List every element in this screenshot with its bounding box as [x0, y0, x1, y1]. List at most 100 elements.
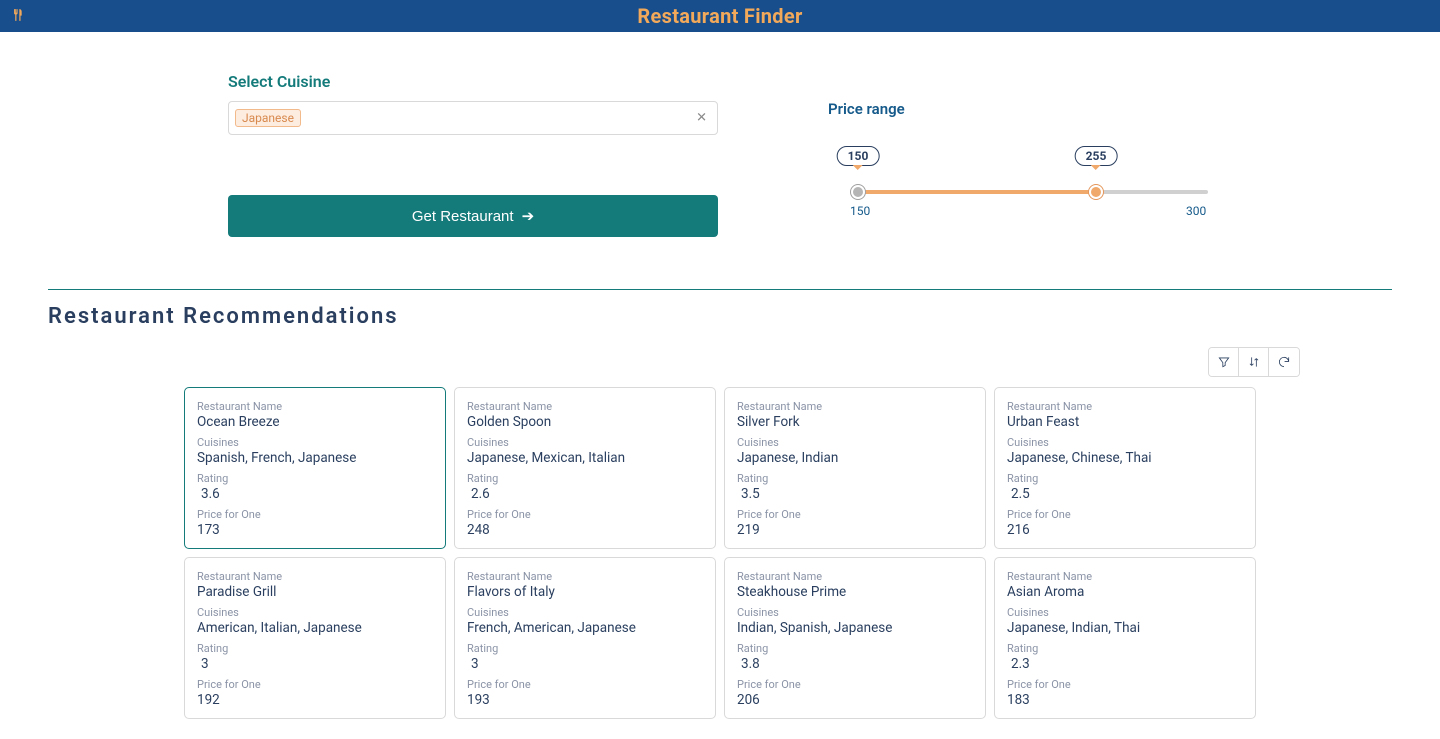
- field-label-name: Restaurant Name: [1007, 570, 1243, 583]
- arrow-right-icon: ➔: [522, 207, 535, 225]
- field-label-cuisines: Cuisines: [197, 606, 433, 619]
- restaurant-price: 216: [1007, 522, 1243, 538]
- restaurant-price: 248: [467, 522, 703, 538]
- field-label-name: Restaurant Name: [737, 400, 973, 413]
- list-toolbar: [1208, 347, 1300, 377]
- slider-handle-low[interactable]: [851, 185, 865, 199]
- field-label-rating: Rating: [1007, 642, 1243, 655]
- field-label-rating: Rating: [1007, 472, 1243, 485]
- price-range-label: Price range: [828, 100, 1208, 118]
- sort-button[interactable]: [1239, 348, 1269, 376]
- field-label-name: Restaurant Name: [467, 400, 703, 413]
- restaurant-card[interactable]: Restaurant NameFlavors of Italy CuisinesF…: [454, 557, 716, 719]
- restaurant-card[interactable]: Restaurant NameOcean Breeze CuisinesSpani…: [184, 387, 446, 549]
- field-label-name: Restaurant Name: [737, 570, 973, 583]
- utensils-icon: [10, 8, 24, 26]
- restaurant-cuisines: French, American, Japanese: [467, 620, 703, 636]
- refresh-button[interactable]: [1269, 348, 1299, 376]
- restaurant-rating: 2.6: [467, 486, 703, 502]
- restaurant-rating: 3.5: [737, 486, 973, 502]
- field-label-rating: Rating: [737, 472, 973, 485]
- restaurant-cuisines: Japanese, Indian: [737, 450, 973, 466]
- restaurant-price: 183: [1007, 692, 1243, 708]
- field-label-price: Price for One: [1007, 678, 1243, 691]
- restaurant-card[interactable]: Restaurant NameSilver Fork CuisinesJapane…: [724, 387, 986, 549]
- restaurant-card[interactable]: Restaurant NameAsian Aroma CuisinesJapane…: [994, 557, 1256, 719]
- sort-icon: [1247, 355, 1261, 369]
- slider-low-tooltip: 150: [837, 146, 880, 166]
- restaurant-name: Golden Spoon: [467, 414, 703, 430]
- restaurant-rating: 3.6: [197, 486, 433, 502]
- restaurant-cuisines: American, Italian, Japanese: [197, 620, 433, 636]
- field-label-name: Restaurant Name: [1007, 400, 1243, 413]
- slider-high-tooltip: 255: [1075, 146, 1118, 166]
- field-label-name: Restaurant Name: [197, 400, 433, 413]
- restaurant-rating: 3: [467, 656, 703, 672]
- slider-fill: [858, 190, 1096, 194]
- field-label-rating: Rating: [467, 642, 703, 655]
- clear-icon[interactable]: ✕: [696, 111, 707, 126]
- restaurant-cuisines: Japanese, Indian, Thai: [1007, 620, 1243, 636]
- restaurant-price: 193: [467, 692, 703, 708]
- restaurant-name: Asian Aroma: [1007, 584, 1243, 600]
- restaurant-name: Paradise Grill: [197, 584, 433, 600]
- field-label-price: Price for One: [467, 508, 703, 521]
- field-label-cuisines: Cuisines: [1007, 606, 1243, 619]
- restaurant-cuisines: Spanish, French, Japanese: [197, 450, 433, 466]
- restaurant-name: Ocean Breeze: [197, 414, 433, 430]
- section-divider: [48, 289, 1392, 290]
- get-restaurant-button[interactable]: Get Restaurant ➔: [228, 195, 718, 237]
- restaurant-card[interactable]: Restaurant NameParadise Grill CuisinesAme…: [184, 557, 446, 719]
- restaurant-price: 173: [197, 522, 433, 538]
- restaurant-name: Flavors of Italy: [467, 584, 703, 600]
- field-label-cuisines: Cuisines: [1007, 436, 1243, 449]
- filter-button[interactable]: [1209, 348, 1239, 376]
- field-label-price: Price for One: [197, 508, 433, 521]
- restaurant-cuisines: Indian, Spanish, Japanese: [737, 620, 973, 636]
- restaurant-name: Steakhouse Prime: [737, 584, 973, 600]
- field-label-name: Restaurant Name: [197, 570, 433, 583]
- field-label-name: Restaurant Name: [467, 570, 703, 583]
- recommendations-heading: Restaurant Recommendations: [48, 304, 1392, 329]
- restaurant-card[interactable]: Restaurant NameUrban Feast CuisinesJapane…: [994, 387, 1256, 549]
- restaurant-cuisines: Japanese, Mexican, Italian: [467, 450, 703, 466]
- restaurant-price: 192: [197, 692, 433, 708]
- field-label-price: Price for One: [467, 678, 703, 691]
- restaurant-rating: 3.8: [737, 656, 973, 672]
- restaurant-card[interactable]: Restaurant NameSteakhouse Prime CuisinesI…: [724, 557, 986, 719]
- cuisine-chip[interactable]: Japanese: [235, 109, 301, 127]
- field-label-price: Price for One: [737, 508, 973, 521]
- field-label-cuisines: Cuisines: [467, 436, 703, 449]
- app-title: Restaurant Finder: [637, 4, 802, 28]
- field-label-cuisines: Cuisines: [197, 436, 433, 449]
- cuisine-label: Select Cuisine: [228, 72, 718, 91]
- restaurant-cuisines: Japanese, Chinese, Thai: [1007, 450, 1243, 466]
- field-label-cuisines: Cuisines: [467, 606, 703, 619]
- restaurant-rating: 2.3: [1007, 656, 1243, 672]
- cuisine-select[interactable]: Japanese ✕: [228, 101, 718, 135]
- restaurant-name: Silver Fork: [737, 414, 973, 430]
- field-label-cuisines: Cuisines: [737, 436, 973, 449]
- restaurant-grid: Restaurant NameOcean BreezeCuisinesSpani…: [48, 387, 1392, 719]
- restaurant-rating: 2.5: [1007, 486, 1243, 502]
- restaurant-name: Urban Feast: [1007, 414, 1243, 430]
- price-slider[interactable]: 150 255 150 300: [828, 146, 1208, 216]
- field-label-rating: Rating: [737, 642, 973, 655]
- restaurant-price: 206: [737, 692, 973, 708]
- field-label-price: Price for One: [197, 678, 433, 691]
- restaurant-card[interactable]: Restaurant NameGolden Spoon CuisinesJapan…: [454, 387, 716, 549]
- slider-max-label: 300: [1186, 204, 1206, 218]
- field-label-cuisines: Cuisines: [737, 606, 973, 619]
- field-label-price: Price for One: [1007, 508, 1243, 521]
- field-label-rating: Rating: [197, 472, 433, 485]
- field-label-rating: Rating: [197, 642, 433, 655]
- restaurant-price: 219: [737, 522, 973, 538]
- refresh-icon: [1277, 355, 1291, 369]
- restaurant-rating: 3: [197, 656, 433, 672]
- app-header: Restaurant Finder: [0, 0, 1440, 32]
- field-label-rating: Rating: [467, 472, 703, 485]
- filter-icon: [1217, 355, 1231, 369]
- slider-min-label: 150: [850, 204, 870, 218]
- slider-handle-high[interactable]: [1089, 185, 1103, 199]
- field-label-price: Price for One: [737, 678, 973, 691]
